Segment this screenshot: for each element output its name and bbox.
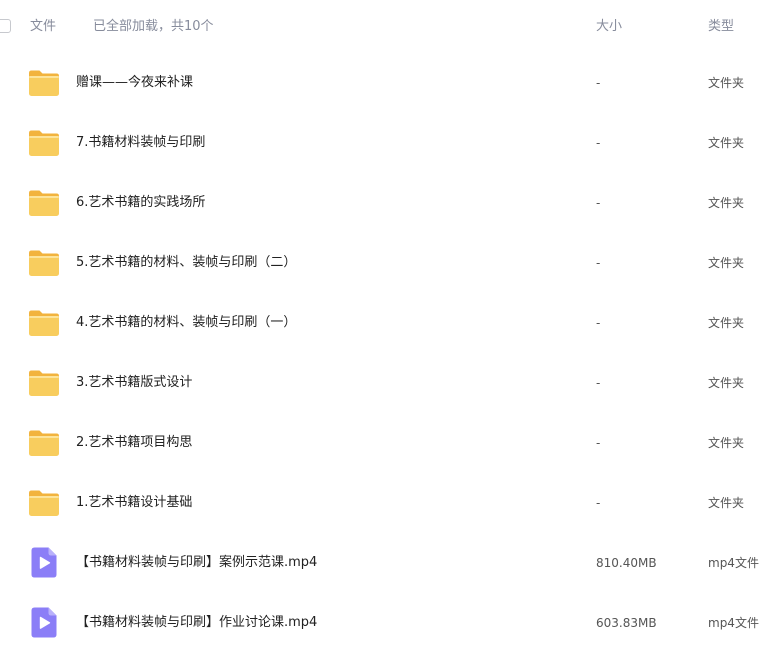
file-size: - (596, 496, 601, 510)
file-type: 文件夹 (708, 136, 745, 150)
file-row[interactable]: 3.艺术书籍版式设计 - 文件夹 (0, 353, 783, 413)
file-size: - (596, 316, 601, 330)
file-type: mp4文件 (708, 616, 759, 630)
file-type: 文件夹 (708, 376, 745, 390)
file-row[interactable]: 4.艺术书籍的材料、装帧与印刷（一） - 文件夹 (0, 293, 783, 353)
file-row[interactable]: 5.艺术书籍的材料、装帧与印刷（二） - 文件夹 (0, 233, 783, 293)
file-size: - (596, 196, 601, 210)
file-size: - (596, 256, 601, 270)
file-name[interactable]: 【书籍材料装帧与印刷】作业讨论课.mp4 (76, 614, 317, 632)
folder-icon (29, 370, 59, 396)
file-type: 文件夹 (708, 496, 745, 510)
folder-icon (29, 130, 59, 156)
file-name[interactable]: 【书籍材料装帧与印刷】案例示范课.mp4 (76, 554, 317, 572)
file-size: - (596, 76, 601, 90)
file-name[interactable]: 3.艺术书籍版式设计 (76, 374, 192, 392)
file-list: 赠课——今夜来补课 - 文件夹 7.书籍材料装帧与印刷 - 文件夹 6.艺术书籍… (0, 53, 783, 653)
file-size: 603.83MB (596, 616, 657, 630)
video-file-icon (31, 547, 57, 578)
file-type: 文件夹 (708, 436, 745, 450)
file-type: 文件夹 (708, 316, 745, 330)
video-file-icon (31, 607, 57, 638)
column-header-name[interactable]: 文件 (30, 19, 56, 35)
folder-icon (29, 70, 59, 96)
column-header-size[interactable]: 大小 (596, 19, 622, 35)
file-name[interactable]: 7.书籍材料装帧与印刷 (76, 134, 205, 152)
file-size: - (596, 136, 601, 150)
folder-icon (29, 190, 59, 216)
file-name[interactable]: 6.艺术书籍的实践场所 (76, 194, 205, 212)
file-list-header: 文件 已全部加载，共10个 大小 类型 (0, 0, 783, 54)
select-all-checkbox[interactable] (0, 19, 11, 33)
file-row[interactable]: 1.艺术书籍设计基础 - 文件夹 (0, 473, 783, 533)
file-size: 810.40MB (596, 556, 657, 570)
file-row[interactable]: 【书籍材料装帧与印刷】作业讨论课.mp4 603.83MB mp4文件 (0, 593, 783, 653)
file-row[interactable]: 7.书籍材料装帧与印刷 - 文件夹 (0, 113, 783, 173)
file-size: - (596, 436, 601, 450)
file-row[interactable]: 【书籍材料装帧与印刷】案例示范课.mp4 810.40MB mp4文件 (0, 533, 783, 593)
load-status-text: 已全部加载，共10个 (93, 19, 214, 34)
file-row[interactable]: 赠课——今夜来补课 - 文件夹 (0, 53, 783, 113)
file-name[interactable]: 1.艺术书籍设计基础 (76, 494, 192, 512)
file-size: - (596, 376, 601, 390)
file-name[interactable]: 4.艺术书籍的材料、装帧与印刷（一） (76, 314, 296, 332)
file-type: 文件夹 (708, 76, 745, 90)
file-name[interactable]: 2.艺术书籍项目构思 (76, 434, 192, 452)
file-name[interactable]: 5.艺术书籍的材料、装帧与印刷（二） (76, 254, 296, 272)
file-type: 文件夹 (708, 196, 745, 210)
folder-icon (29, 310, 59, 336)
file-type: mp4文件 (708, 556, 759, 570)
column-header-type[interactable]: 类型 (708, 19, 734, 35)
file-name[interactable]: 赠课——今夜来补课 (76, 74, 193, 92)
folder-icon (29, 490, 59, 516)
folder-icon (29, 250, 59, 276)
file-row[interactable]: 2.艺术书籍项目构思 - 文件夹 (0, 413, 783, 473)
file-type: 文件夹 (708, 256, 745, 270)
file-row[interactable]: 6.艺术书籍的实践场所 - 文件夹 (0, 173, 783, 233)
folder-icon (29, 430, 59, 456)
